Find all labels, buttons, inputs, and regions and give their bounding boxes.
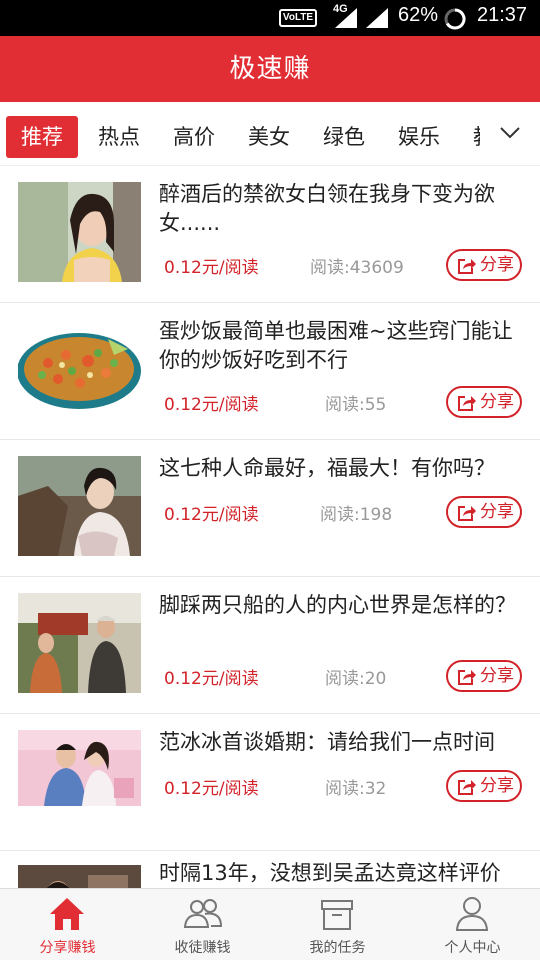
share-button[interactable]: 分享	[446, 386, 522, 418]
nav-label: 分享赚钱	[39, 940, 96, 956]
share-icon	[458, 506, 476, 521]
share-label: 分享	[480, 255, 514, 275]
tab-beauty[interactable]: 美女	[248, 116, 290, 158]
battery-icon	[444, 8, 466, 30]
tab-entertainment[interactable]: 娱乐	[398, 116, 440, 158]
reward-price: 0.12元/阅读	[164, 779, 259, 799]
list-item[interactable]: 范冰冰首谈婚期：请给我们一点时间 0.12元/阅读 阅读:32 分享	[0, 714, 540, 851]
share-label: 分享	[480, 392, 514, 412]
nav-profile[interactable]: 个人中心	[405, 889, 540, 960]
read-count: 阅读:55	[325, 395, 387, 415]
news-thumbnail	[18, 456, 141, 556]
news-thumbnail	[18, 319, 141, 419]
share-label: 分享	[480, 666, 514, 686]
status-bar: VoLTE 4G 62% 21:37	[0, 0, 540, 36]
bottom-nav: 分享赚钱 收徒赚钱 我的任务 个人中心	[0, 888, 540, 960]
news-title[interactable]: 这七种人命最好，福最大！有你吗？	[159, 454, 524, 483]
list-item[interactable]: 这七种人命最好，福最大！有你吗？ 0.12元/阅读 阅读:198 分享	[0, 440, 540, 577]
list-item[interactable]: 脚踩两只船的人的内心世界是怎样的？ 0.12元/阅读 阅读:20 分享	[0, 577, 540, 714]
read-count: 阅读:20	[325, 669, 387, 689]
share-icon	[458, 396, 476, 411]
read-count: 阅读:198	[320, 505, 393, 525]
page-title: 极速赚	[229, 54, 311, 84]
share-label: 分享	[480, 502, 514, 522]
list-item[interactable]: 时隔13年，没想到吴孟达竟这样评价	[0, 851, 540, 888]
tab-hot[interactable]: 热点	[98, 116, 140, 158]
tab-green[interactable]: 绿色	[323, 116, 365, 158]
tab-recommend[interactable]: 推荐	[6, 116, 78, 158]
nav-label: 个人中心	[444, 940, 501, 956]
news-title[interactable]: 范冰冰首谈婚期：请给我们一点时间	[159, 728, 524, 757]
share-label: 分享	[480, 776, 514, 796]
share-button[interactable]: 分享	[446, 496, 522, 528]
wifi-signal-icon	[366, 8, 388, 28]
task-box-icon	[321, 900, 353, 930]
app-header: 极速赚	[0, 36, 540, 102]
share-button[interactable]: 分享	[446, 660, 522, 692]
news-thumbnail	[18, 730, 141, 806]
news-title[interactable]: 蛋炒饭最简单也最困难~这些窍门能让你的炒饭好吃到不行	[159, 317, 524, 375]
chevron-down-icon[interactable]	[500, 126, 520, 140]
share-button[interactable]: 分享	[446, 770, 522, 802]
nav-label: 我的任务	[309, 940, 366, 956]
share-button[interactable]: 分享	[446, 249, 522, 281]
reward-price: 0.12元/阅读	[164, 258, 259, 278]
news-list: 醉酒后的禁欲女白领在我身下变为欲女...... 0.12元/阅读 阅读:4360…	[0, 166, 540, 888]
nav-share-earn[interactable]: 分享赚钱	[0, 889, 135, 960]
nav-my-tasks[interactable]: 我的任务	[270, 889, 405, 960]
signal-icon	[335, 8, 357, 28]
news-thumbnail	[18, 593, 141, 693]
news-title[interactable]: 脚踩两只船的人的内心世界是怎样的？	[159, 591, 524, 620]
reward-price: 0.12元/阅读	[164, 669, 259, 689]
share-icon	[458, 780, 476, 795]
news-thumbnail	[18, 182, 141, 282]
reward-price: 0.12元/阅读	[164, 505, 259, 525]
share-icon	[458, 670, 476, 685]
home-icon	[50, 898, 84, 930]
news-thumbnail	[18, 865, 141, 888]
category-tabs: 推荐 热点 高价 美女 绿色 娱乐 教	[0, 102, 540, 166]
person-icon	[455, 897, 489, 931]
volte-indicator: VoLTE	[279, 9, 317, 27]
battery-percent: 62%	[398, 4, 439, 26]
nav-recruit-earn[interactable]: 收徒赚钱	[135, 889, 270, 960]
news-title[interactable]: 时隔13年，没想到吴孟达竟这样评价	[159, 859, 524, 888]
people-icon	[183, 899, 223, 928]
nav-label: 收徒赚钱	[174, 940, 231, 956]
tab-high-price[interactable]: 高价	[173, 116, 215, 158]
reward-price: 0.12元/阅读	[164, 395, 259, 415]
list-item[interactable]: 蛋炒饭最简单也最困难~这些窍门能让你的炒饭好吃到不行 0.12元/阅读 阅读:5…	[0, 303, 540, 440]
news-title[interactable]: 醉酒后的禁欲女白领在我身下变为欲女......	[159, 180, 524, 238]
list-item[interactable]: 醉酒后的禁欲女白领在我身下变为欲女...... 0.12元/阅读 阅读:4360…	[0, 166, 540, 303]
read-count: 阅读:43609	[310, 258, 404, 278]
clock: 21:37	[477, 4, 528, 26]
share-icon	[458, 259, 476, 274]
read-count: 阅读:32	[325, 779, 387, 799]
